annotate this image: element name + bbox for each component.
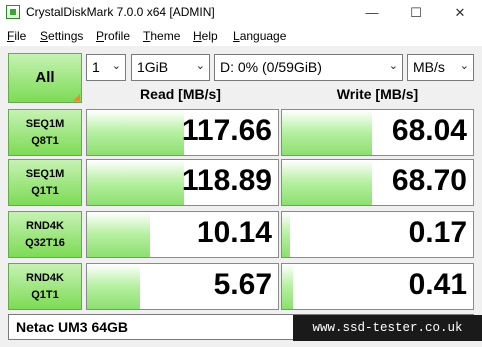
read-value: 117.66 <box>181 114 272 147</box>
drive-select[interactable]: D: 0% (0/59GiB) ⌄ <box>214 54 403 81</box>
test-seq1m-q8t1-button[interactable]: SEQ1M Q8T1 <box>8 109 82 156</box>
test-params: Q1T1 <box>31 185 59 197</box>
test-count-select[interactable]: 1 ⌄ <box>86 54 126 81</box>
test-params: Q32T16 <box>25 237 65 249</box>
read-progress-bar <box>87 110 185 155</box>
write-progress-bar <box>282 160 372 205</box>
chevron-down-icon: ⌄ <box>388 60 398 72</box>
menu-settings[interactable]: Settings <box>40 29 83 43</box>
chevron-down-icon: ⌄ <box>195 60 205 72</box>
test-name: SEQ1M <box>25 118 65 130</box>
read-column-header: Read [MB/s] <box>140 86 221 102</box>
watermark-text: www.ssd-tester.co.uk <box>293 315 482 341</box>
test-name: SEQ1M <box>25 168 65 180</box>
read-progress-bar <box>87 160 185 205</box>
read-result-seq1m-q8t1: 117.66 <box>86 109 279 156</box>
write-value: 0.17 <box>408 216 467 249</box>
read-result-seq1m-q1t1: 118.89 <box>86 159 279 206</box>
write-result-rnd4k-q1t1: 0.41 <box>281 263 474 310</box>
test-name: RND4K <box>26 272 64 284</box>
corner-indicator-icon <box>73 94 80 101</box>
write-progress-bar <box>282 264 294 309</box>
write-result-seq1m-q8t1: 68.04 <box>281 109 474 156</box>
write-result-rnd4k-q32t16: 0.17 <box>281 211 474 258</box>
crystaldiskmark-app-icon <box>6 5 20 19</box>
chevron-down-icon: ⌄ <box>111 60 121 72</box>
test-params: Q8T1 <box>31 135 59 147</box>
comment-text: Netac UM3 64GB <box>16 319 129 335</box>
read-result-rnd4k-q32t16: 10.14 <box>86 211 279 258</box>
test-size-value: 1GiB <box>137 59 169 75</box>
menu-file[interactable]: File <box>7 29 26 43</box>
close-button[interactable]: ✕ <box>438 0 482 26</box>
write-column-header: Write [MB/s] <box>336 86 419 102</box>
write-value: 0.41 <box>408 268 467 301</box>
menu-bar: File Settings Profile Theme Help Languag… <box>0 26 482 46</box>
test-params: Q1T1 <box>31 289 59 301</box>
maximize-button[interactable]: ☐ <box>394 0 438 26</box>
unit-select[interactable]: MB/s ⌄ <box>407 54 474 81</box>
chevron-down-icon: ⌄ <box>459 60 469 72</box>
menu-help[interactable]: Help <box>193 29 218 43</box>
window-title: CrystalDiskMark 7.0.0 x64 [ADMIN] <box>26 5 215 19</box>
read-value: 5.67 <box>213 268 272 301</box>
write-value: 68.04 <box>391 114 467 147</box>
write-result-seq1m-q1t1: 68.70 <box>281 159 474 206</box>
unit-value: MB/s <box>413 59 445 75</box>
test-size-select[interactable]: 1GiB ⌄ <box>131 54 210 81</box>
read-result-rnd4k-q1t1: 5.67 <box>86 263 279 310</box>
test-seq1m-q1t1-button[interactable]: SEQ1M Q1T1 <box>8 159 82 206</box>
all-tests-button[interactable]: All <box>8 53 82 103</box>
read-progress-bar <box>87 264 141 309</box>
menu-theme[interactable]: Theme <box>143 29 180 43</box>
title-bar: CrystalDiskMark 7.0.0 x64 [ADMIN] — ☐ ✕ <box>0 0 482 26</box>
menu-language[interactable]: Language <box>233 29 286 43</box>
read-value: 10.14 <box>196 216 272 249</box>
write-value: 68.70 <box>391 164 467 197</box>
read-value: 118.89 <box>181 164 272 197</box>
minimize-button[interactable]: — <box>350 0 394 26</box>
write-progress-bar <box>282 212 290 257</box>
test-rnd4k-q32t16-button[interactable]: RND4K Q32T16 <box>8 211 82 258</box>
read-progress-bar <box>87 212 151 257</box>
write-progress-bar <box>282 110 372 155</box>
test-rnd4k-q1t1-button[interactable]: RND4K Q1T1 <box>8 263 82 310</box>
all-button-label: All <box>35 69 55 86</box>
test-name: RND4K <box>26 220 64 232</box>
drive-value: D: 0% (0/59GiB) <box>220 59 322 75</box>
test-count-value: 1 <box>92 59 100 75</box>
menu-profile[interactable]: Profile <box>96 29 130 43</box>
